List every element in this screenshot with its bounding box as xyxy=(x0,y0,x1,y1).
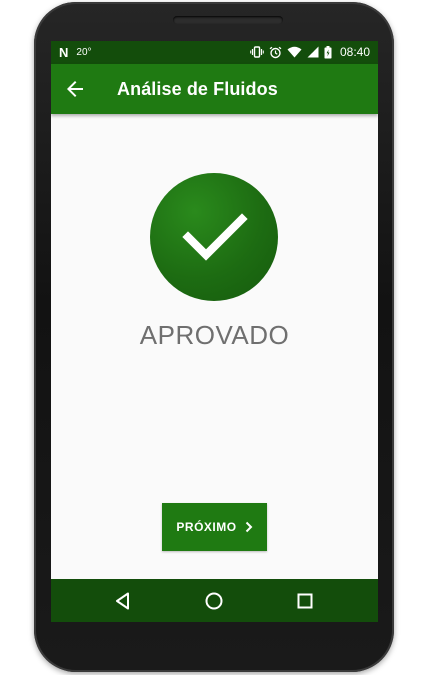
battery-icon xyxy=(324,45,332,59)
next-button-label: PRÓXIMO xyxy=(176,520,237,534)
status-bar: N 20° 08:40 xyxy=(51,41,378,64)
temperature-label: 20° xyxy=(76,47,92,58)
n-notification-icon: N xyxy=(59,45,69,60)
check-icon xyxy=(182,213,248,261)
signal-icon xyxy=(307,46,319,58)
recents-square-icon[interactable] xyxy=(293,589,317,613)
wifi-icon xyxy=(287,46,302,58)
speaker-grille xyxy=(173,16,283,24)
page-title: Análise de Fluidos xyxy=(117,79,278,99)
chevron-right-icon xyxy=(245,521,253,533)
next-button[interactable]: PRÓXIMO xyxy=(162,503,267,551)
back-triangle-icon[interactable] xyxy=(111,589,135,613)
arrow-left-icon[interactable] xyxy=(63,77,87,101)
phone-screen: N 20° 08:40 Análise de Fluidos APROVADO … xyxy=(51,41,378,622)
app-bar: Análise de Fluidos xyxy=(51,64,378,114)
status-label: APROVADO xyxy=(139,320,290,350)
clock-time: 08:40 xyxy=(339,45,370,59)
approved-badge xyxy=(150,173,278,301)
alarm-icon xyxy=(269,46,282,59)
system-nav-bar xyxy=(51,579,378,622)
home-circle-icon[interactable] xyxy=(202,589,226,613)
vibrate-icon xyxy=(250,46,264,58)
